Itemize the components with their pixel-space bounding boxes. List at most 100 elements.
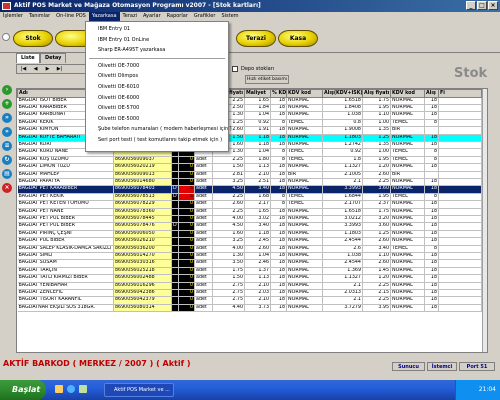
table-cell: 1.50	[212, 274, 245, 283]
quicklaunch-desktop-icon[interactable]	[79, 385, 87, 393]
column-header[interactable]: Alış	[424, 89, 439, 98]
prev-record-button[interactable]: ◀	[30, 65, 41, 73]
table-row[interactable]: BAĞDAT PAPATYA 8690056014680 0 adet 3.25 2.51…	[17, 178, 482, 187]
table-cell: 1.30	[212, 252, 245, 261]
tab-detay[interactable]: Detay	[40, 53, 67, 63]
terazi-button[interactable]: Terazi	[236, 30, 276, 47]
dropdown-item[interactable]: Seri port testi ( test komutlarını takip…	[86, 135, 228, 146]
table-cell	[438, 230, 482, 239]
menu-tanimlar[interactable]: Tanımlar	[26, 12, 53, 21]
table-row[interactable]: BAĞDAT SUSAM 8690056030316 0 adet 3.50 2.46 18…	[17, 259, 482, 268]
table-row[interactable]: BAĞDAT YENİBAHAR 8690056016296 0 adet 2.75 2.…	[17, 282, 482, 291]
menu-terazi[interactable]: Terazi	[120, 12, 140, 21]
menu-islemler[interactable]: İşlemler	[0, 12, 26, 21]
table-row[interactable]: BAĞDAT TİSORT KARANFİL 8690056042379 0 adet…	[17, 296, 482, 305]
table-row[interactable]: BAĞDAT PİRİNÇ ÇEŞNİ 8690056006050 0 adet 1.6…	[17, 230, 482, 239]
table-cell: NORMAL	[390, 267, 425, 276]
minimize-button[interactable]: _	[466, 1, 476, 10]
table-row[interactable]: BAĞDAT KUŞ ÜZÜMÜ 8690056009037 0 adet 2.25 1.…	[17, 156, 482, 165]
tab-liste[interactable]: Liste	[16, 53, 40, 63]
start-button[interactable]: Başlat	[0, 380, 46, 400]
table-cell: 18	[270, 296, 287, 305]
dropdown-item[interactable]: IBM Entry 01	[86, 24, 228, 35]
copy-icon[interactable]: ≡	[2, 141, 12, 151]
table-cell: 3.40	[244, 185, 271, 194]
table-cell: 1.75	[212, 267, 245, 276]
title-bar: Aktif POS Market ve Mağaza Otomasyon Pro…	[0, 0, 500, 12]
table-row[interactable]: BAĞDATNAR EKŞİLİ SOS 318GR. 8690056080314…	[17, 304, 482, 313]
column-header[interactable]: KDV kod	[286, 89, 323, 98]
column-header[interactable]: Maliyet	[244, 89, 271, 98]
table-cell: D	[171, 185, 179, 194]
table-cell	[438, 259, 482, 268]
first-record-button[interactable]: |◀	[18, 65, 29, 73]
table-cell: 18	[270, 267, 287, 276]
last-record-button[interactable]: ▶|	[54, 65, 65, 73]
table-cell: 18	[424, 237, 439, 246]
maximize-button[interactable]: □	[477, 1, 487, 10]
kasa-button[interactable]: Kasa	[278, 30, 318, 47]
next-record-button[interactable]: ▶	[42, 65, 53, 73]
dropdown-item[interactable]: Şube telefon numaraları ( modem haberleş…	[86, 124, 232, 135]
close-button[interactable]: ×	[488, 1, 498, 10]
dropdown-item[interactable]: Olivetti OE-6010	[86, 82, 228, 93]
table-row[interactable]: BAĞDAT PET KEKİK 8690056078513 D 5 adet 2.25 1…	[17, 193, 482, 202]
table-cell: 8	[270, 200, 287, 209]
menu-yazarkasa[interactable]: Yazarkasa	[88, 12, 120, 21]
quicklaunch-ie-icon[interactable]	[67, 385, 75, 393]
column-header[interactable]: Alış fiyatı	[362, 89, 391, 98]
table-row[interactable]: BAĞDAT SİMLİ 8690056014270 0 adet 1.30 1.04 18…	[17, 252, 482, 261]
column-header[interactable]: KDV kod	[390, 89, 425, 98]
quicklaunch-folder-icon[interactable]	[55, 385, 63, 393]
menu-online-pos[interactable]: On-line POS	[53, 12, 89, 21]
table-cell: 1.50	[212, 163, 245, 172]
table-row[interactable]: BAĞDAT ZENCEFİL 8690056042386 0 adet 2.75 2.0…	[17, 289, 482, 298]
nav-right-icon[interactable]: ›	[2, 85, 12, 95]
table-cell: BAĞDAT PUL BİBER	[17, 237, 114, 246]
column-header[interactable]: Alış(KDV+İSK)	[322, 89, 363, 98]
menu-ayarlar[interactable]: Ayarlar	[140, 12, 164, 21]
depo-checkbox[interactable]	[232, 66, 238, 72]
table-cell: 18	[424, 267, 439, 276]
forward-icon[interactable]: »	[2, 127, 12, 137]
menu-sistem[interactable]: Sistem	[218, 12, 241, 21]
edit-icon[interactable]: »	[2, 113, 12, 123]
table-cell: adet	[194, 252, 213, 261]
table-row[interactable]: BAĞDAT PET PUL BİBER 8690056078476 D 0 adet 4…	[17, 222, 482, 231]
table-row[interactable]: BAĞDAT SALEP KLASİK-DAMLA SAKIZLI 8690056…	[17, 245, 482, 254]
taskbar-app-button[interactable]: Aktif POS Market ve ...	[104, 383, 174, 397]
table-cell: 2.25	[212, 156, 245, 165]
refresh-icon[interactable]: ↻	[2, 155, 12, 165]
dropdown-item[interactable]: Olivetti OE-6000	[86, 93, 228, 104]
table-row[interactable]: BAĞDAT MAHLEP 8690056009013 0 adet 2.81 2.10 1…	[17, 171, 482, 179]
stok-button[interactable]: Stok	[13, 30, 53, 47]
menu-grafikler[interactable]: Grafikler	[191, 12, 219, 21]
dropdown-item[interactable]: Olivetti OE-5700	[86, 103, 228, 114]
table-row[interactable]: BAĞDAT TARÇIN 8690056025218 0 adet 1.75 1.37 1…	[17, 267, 482, 276]
table-row[interactable]: BAĞDAT PET NANE 8690056078360 0 adet 2.25 1.6…	[17, 208, 482, 217]
table-row[interactable]: BAĞDAT PET KARABİBER 8690056078403 D 5 adet 4…	[17, 185, 482, 194]
delete-icon[interactable]: ×	[2, 183, 12, 193]
table-row[interactable]: BAĞDAT PET PUL BİBER 8690056078445 0 adet 4.…	[17, 215, 482, 224]
add-icon[interactable]: +	[2, 99, 12, 109]
dropdown-item[interactable]: IBM Entry 01 OnLine	[86, 35, 228, 46]
dropdown-item[interactable]: Olivetti OE-7000	[86, 61, 228, 72]
column-header[interactable]: Fi	[438, 89, 482, 98]
radio-icon[interactable]	[2, 33, 10, 41]
table-cell: 18	[424, 185, 439, 194]
table-row[interactable]: BAĞDAT LİMON TUZU 8690056020219 0 adet 1.50 1…	[17, 163, 482, 172]
table-cell: 2.37	[362, 200, 391, 209]
dropdown-item[interactable]: Sharp ER-A495T yazarkasa	[86, 45, 228, 56]
vertical-scrollbar[interactable]	[482, 89, 487, 352]
dropdown-item[interactable]: Olivetti OE-5000	[86, 114, 228, 125]
hizli-etiket-button[interactable]: Hızlı etiket basımı	[245, 75, 289, 84]
table-row[interactable]: BAĞDAT PUL BİBER 8690056026210 0 adet 3.25 2.…	[17, 237, 482, 246]
print-icon[interactable]: ▤	[2, 169, 12, 179]
table-row[interactable]: BAĞDAT PET KETEN TOHUMU 8690056078229 0 ade…	[17, 200, 482, 209]
table-cell: 18	[424, 274, 439, 283]
dropdown-item[interactable]: Olivetti Olimpos	[86, 71, 228, 82]
table-row[interactable]: BAĞDAT TATLI KIRMIZI BİBER 8690056002488 0…	[17, 274, 482, 283]
menu-raporlar[interactable]: Raporlar	[164, 12, 191, 21]
table-cell: NORMAL	[390, 104, 425, 113]
column-header[interactable]: % KDV	[270, 89, 287, 98]
